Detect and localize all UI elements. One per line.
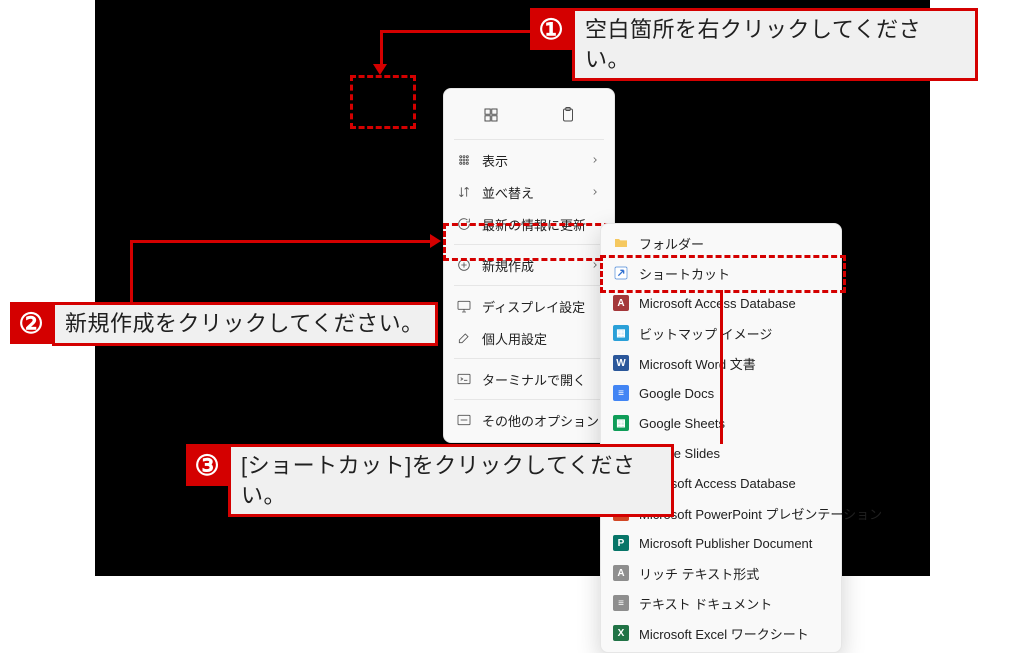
access-icon: A bbox=[613, 295, 629, 311]
arrow-3-v bbox=[720, 290, 723, 444]
menu-separator bbox=[454, 399, 604, 400]
menu-separator bbox=[454, 285, 604, 286]
submenu-label: Microsoft Excel ワークシート bbox=[639, 624, 827, 643]
step-text-3: [ショートカット]をクリックしてください。 bbox=[228, 444, 674, 517]
highlight-menu-new bbox=[443, 223, 619, 261]
text-icon: ≡ bbox=[613, 595, 629, 611]
menu-label: ディスプレイ設定 bbox=[482, 297, 600, 316]
chevron-right-icon bbox=[590, 155, 600, 165]
image-icon: ▦ bbox=[613, 325, 629, 341]
submenu-item-folder[interactable]: フォルダー bbox=[601, 228, 841, 258]
step-number-1: ① bbox=[530, 8, 572, 50]
callout-3: ③ [ショートカット]をクリックしてください。 bbox=[186, 444, 674, 517]
submenu-label: Microsoft PowerPoint プレゼンテーション bbox=[639, 504, 882, 523]
submenu-item-excel[interactable]: X Microsoft Excel ワークシート bbox=[601, 618, 841, 648]
submenu-label: ビットマップ イメージ bbox=[639, 324, 827, 343]
submenu-label: Google Sheets bbox=[639, 416, 827, 431]
submenu-label: リッチ テキスト形式 bbox=[639, 564, 827, 583]
menu-label: 個人用設定 bbox=[482, 329, 600, 348]
menu-item-more-options[interactable]: その他のオプションを確認 bbox=[444, 404, 614, 436]
menu-separator bbox=[454, 358, 604, 359]
menu-label: 表示 bbox=[482, 151, 580, 170]
sort-icon bbox=[456, 184, 472, 200]
menu-item-view[interactable]: 表示 bbox=[444, 144, 614, 176]
menu-item-sort[interactable]: 並べ替え bbox=[444, 176, 614, 208]
menu-item-display[interactable]: ディスプレイ設定 bbox=[444, 290, 614, 322]
arrow-2-h bbox=[130, 240, 430, 243]
publisher-icon: P bbox=[613, 535, 629, 551]
submenu-label: フォルダー bbox=[639, 234, 827, 253]
menu-separator bbox=[454, 139, 604, 140]
folder-icon bbox=[613, 235, 629, 251]
grid-icon bbox=[456, 152, 472, 168]
context-menu: 表示 並べ替え 最新の情報に更新 新規作成 ディスプレイ設定 個人用設定 bbox=[443, 88, 615, 443]
submenu-item-txt[interactable]: ≡ テキスト ドキュメント bbox=[601, 588, 841, 618]
highlight-submenu-shortcut bbox=[600, 255, 846, 293]
tutorial-stage: 表示 並べ替え 最新の情報に更新 新規作成 ディスプレイ設定 個人用設定 bbox=[0, 0, 1024, 576]
menu-label: 並べ替え bbox=[482, 183, 580, 202]
display-icon bbox=[456, 298, 472, 314]
chevron-right-icon bbox=[590, 187, 600, 197]
menu-item-terminal[interactable]: ターミナルで開く bbox=[444, 363, 614, 395]
rtf-icon: A bbox=[613, 565, 629, 581]
more-icon bbox=[456, 412, 472, 428]
layout-icon[interactable] bbox=[476, 100, 506, 130]
word-icon: W bbox=[613, 355, 629, 371]
arrow-1-h bbox=[380, 30, 530, 33]
menu-item-personalize[interactable]: 個人用設定 bbox=[444, 322, 614, 354]
paste-icon[interactable] bbox=[553, 100, 583, 130]
context-menu-quickactions bbox=[444, 95, 614, 135]
arrow-1-v bbox=[380, 30, 383, 66]
gdoc-icon: ≡ bbox=[613, 385, 629, 401]
brush-icon bbox=[456, 330, 472, 346]
step-text-2: 新規作成をクリックしてください。 bbox=[52, 302, 438, 346]
submenu-label: テキスト ドキュメント bbox=[639, 594, 827, 613]
arrow-2-v bbox=[130, 240, 133, 302]
submenu-label: Google Docs bbox=[639, 386, 827, 401]
callout-1: ① 空白箇所を右クリックしてください。 bbox=[530, 8, 978, 81]
excel-icon: X bbox=[613, 625, 629, 641]
arrow-1-head bbox=[373, 64, 387, 75]
submenu-label: Microsoft Word 文書 bbox=[639, 354, 827, 373]
menu-label: ターミナルで開く bbox=[482, 370, 600, 389]
gsheet-icon: ▦ bbox=[613, 415, 629, 431]
terminal-icon bbox=[456, 371, 472, 387]
submenu-item-publisher[interactable]: P Microsoft Publisher Document bbox=[601, 528, 841, 558]
step-text-1: 空白箇所を右クリックしてください。 bbox=[572, 8, 978, 81]
step-number-2: ② bbox=[10, 302, 52, 344]
callout-2: ② 新規作成をクリックしてください。 bbox=[10, 302, 438, 346]
submenu-item-rtf[interactable]: A リッチ テキスト形式 bbox=[601, 558, 841, 588]
submenu-label: Microsoft Publisher Document bbox=[639, 536, 827, 551]
chevron-right-icon bbox=[590, 260, 600, 270]
arrow-2-head bbox=[430, 234, 441, 248]
submenu-label: Microsoft Access Database bbox=[639, 296, 827, 311]
step-number-3: ③ bbox=[186, 444, 228, 486]
right-click-target-marker bbox=[350, 75, 416, 129]
